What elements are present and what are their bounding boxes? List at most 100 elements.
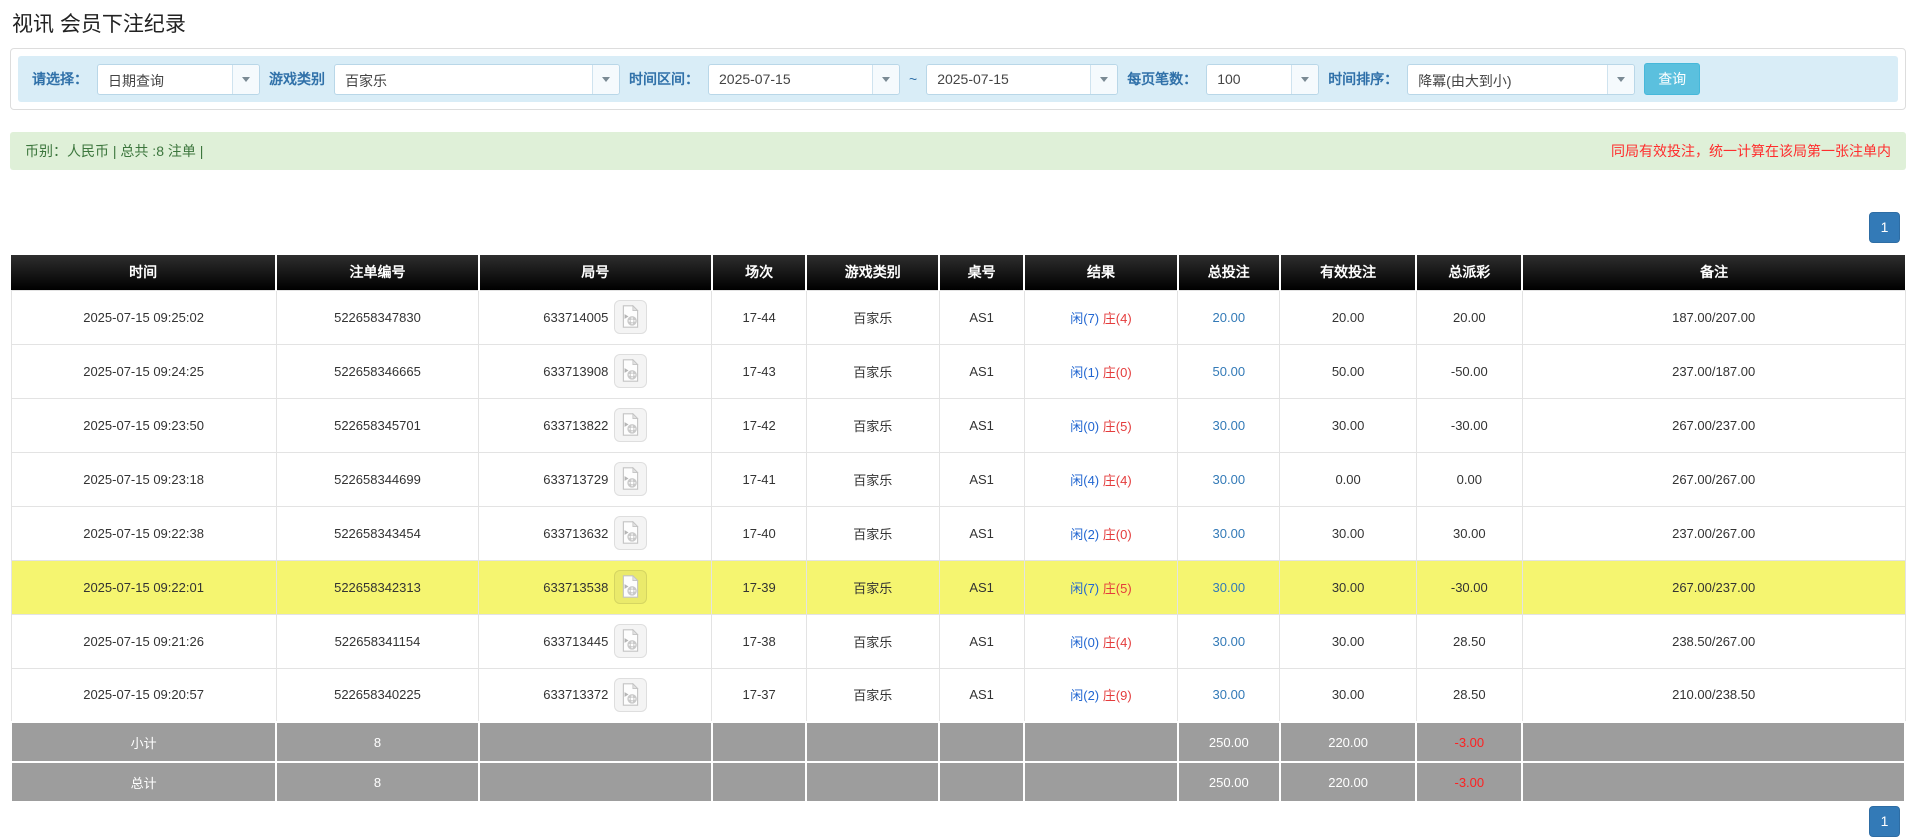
- video-replay-button[interactable]: [614, 354, 648, 388]
- video-replay-button[interactable]: [614, 677, 648, 712]
- cell-note: 237.00/187.00: [1521, 343, 1906, 399]
- cell-session: 17-39: [711, 559, 807, 615]
- per-page-select[interactable]: 100: [1206, 63, 1320, 95]
- round-id-text: 633713729: [543, 471, 609, 487]
- video-icon: [623, 358, 639, 382]
- cell-game-type: 百家乐: [805, 559, 940, 615]
- footer-empty-cell: [710, 721, 808, 763]
- cell-round-id: 633714005: [478, 289, 713, 345]
- cell-time: 2025-07-15 09:22:01: [10, 559, 277, 615]
- date-from-select[interactable]: 2025-07-15: [708, 63, 900, 95]
- cell-result: 闲(0) 庄(5): [1023, 397, 1179, 453]
- table-row: 2025-07-15 09:24:25 522658346665 633713908…: [10, 343, 1906, 399]
- page-button-1[interactable]: 1: [1869, 212, 1900, 243]
- game-type-select[interactable]: 百家乐: [334, 63, 620, 95]
- cell-total-payout: 28.50: [1415, 667, 1523, 723]
- time-sort-select[interactable]: 降冪(由大到小): [1407, 63, 1636, 95]
- footer-empty-cell: [477, 761, 713, 803]
- video-replay-button[interactable]: [614, 570, 648, 604]
- cell-round-id: 633713538: [478, 559, 713, 615]
- result-banker: 庄(5): [1102, 580, 1132, 596]
- footer-count: 8: [275, 721, 480, 763]
- video-replay-button[interactable]: [614, 462, 648, 496]
- chevron-down-icon[interactable]: [1291, 64, 1319, 94]
- video-replay-button[interactable]: [614, 624, 648, 658]
- date-to-value: 2025-07-15: [937, 70, 1009, 87]
- cell-time: 2025-07-15 09:20:57: [10, 667, 277, 723]
- cell-session: 17-41: [711, 451, 807, 507]
- cell-game-type: 百家乐: [805, 451, 940, 507]
- col-header-round-id: 局号: [478, 255, 713, 290]
- footer-valid-bet: 220.00: [1278, 761, 1418, 803]
- footer-valid-bet: 220.00: [1278, 721, 1418, 763]
- footer-empty-cell: [710, 761, 808, 803]
- round-id-text: 633713538: [543, 579, 609, 595]
- footer-label: 总计: [9, 761, 278, 803]
- footer-empty-cell: [1521, 761, 1906, 803]
- subtotal-row: 小计 8 250.00 220.00 -3.00: [9, 721, 1906, 763]
- video-icon: [623, 574, 639, 598]
- cell-session: 17-40: [711, 505, 807, 561]
- cell-game-type: 百家乐: [805, 505, 940, 561]
- video-replay-button[interactable]: [614, 408, 648, 442]
- cell-total-bet: 30.00: [1177, 397, 1281, 453]
- cell-time: 2025-07-15 09:22:38: [10, 505, 277, 561]
- per-page-label: 每页笔数：: [1127, 71, 1198, 87]
- cell-total-payout: -50.00: [1415, 343, 1523, 399]
- total-bet-link[interactable]: 30.00: [1213, 634, 1246, 649]
- cell-game-type: 百家乐: [805, 667, 940, 723]
- total-bet-link[interactable]: 30.00: [1213, 472, 1246, 487]
- cell-valid-bet: 30.00: [1279, 613, 1417, 669]
- cell-total-bet: 30.00: [1177, 667, 1281, 723]
- col-header-game-type: 游戏类别: [806, 255, 941, 290]
- cell-note: 237.00/267.00: [1521, 505, 1906, 561]
- cell-note: 187.00/207.00: [1521, 289, 1906, 345]
- total-bet-link[interactable]: 20.00: [1213, 310, 1246, 325]
- col-header-result: 结果: [1024, 255, 1179, 290]
- video-replay-button[interactable]: [614, 516, 648, 550]
- total-bet-link[interactable]: 30.00: [1213, 526, 1246, 541]
- result-banker: 庄(4): [1102, 634, 1132, 650]
- game-type-label: 游戏类别: [269, 71, 325, 87]
- cell-round-id: 633713372: [478, 667, 713, 723]
- cell-total-bet: 30.00: [1177, 559, 1281, 615]
- filter-bar: 请选择： 日期查询 游戏类别 百家乐 时间区间： 2025-07-15 ~ 20…: [18, 56, 1898, 102]
- search-button[interactable]: 查询: [1644, 63, 1701, 95]
- cell-bet-id: 522658342313: [275, 559, 480, 615]
- cell-note: 267.00/267.00: [1521, 451, 1906, 507]
- round-id-text: 633713372: [543, 687, 609, 703]
- chevron-down-icon[interactable]: [592, 64, 619, 94]
- chevron-down-icon[interactable]: [1090, 64, 1118, 94]
- cell-total-bet: 20.00: [1177, 289, 1281, 345]
- video-icon: [623, 628, 639, 652]
- chevron-down-icon[interactable]: [232, 64, 259, 94]
- video-replay-button[interactable]: [614, 300, 648, 334]
- cell-round-id: 633713632: [478, 505, 713, 561]
- cell-total-bet: 30.00: [1177, 451, 1281, 507]
- total-bet-link[interactable]: 30.00: [1213, 580, 1246, 595]
- video-icon: [623, 412, 639, 436]
- cell-total-bet: 30.00: [1177, 505, 1281, 561]
- table-row: 2025-07-15 09:22:01 522658342313 633713538…: [10, 559, 1906, 615]
- date-to-select[interactable]: 2025-07-15: [926, 63, 1119, 95]
- col-header-bet-id: 注单编号: [276, 255, 480, 290]
- query-type-select[interactable]: 日期查询: [97, 63, 260, 95]
- total-bet-link[interactable]: 50.00: [1213, 364, 1246, 379]
- result-banker: 庄(5): [1102, 418, 1132, 434]
- cell-total-payout: 30.00: [1415, 505, 1523, 561]
- cell-table-no: AS1: [938, 667, 1025, 723]
- page-button-1[interactable]: 1: [1869, 806, 1900, 837]
- time-sort-label: 时间排序：: [1328, 71, 1399, 87]
- chevron-down-icon[interactable]: [872, 64, 899, 94]
- total-bet-link[interactable]: 30.00: [1213, 418, 1246, 433]
- cell-time: 2025-07-15 09:23:50: [10, 397, 277, 453]
- total-bet-link[interactable]: 30.00: [1213, 687, 1246, 702]
- time-range-label: 时间区间：: [629, 71, 699, 87]
- chevron-down-icon[interactable]: [1607, 64, 1635, 94]
- cell-note: 267.00/237.00: [1521, 397, 1906, 453]
- time-sort-value: 降冪(由大到小): [1418, 72, 1512, 89]
- cell-table-no: AS1: [938, 559, 1025, 615]
- cell-result: 闲(0) 庄(4): [1023, 613, 1179, 669]
- cell-table-no: AS1: [938, 505, 1025, 561]
- footer-empty-cell: [1023, 761, 1179, 803]
